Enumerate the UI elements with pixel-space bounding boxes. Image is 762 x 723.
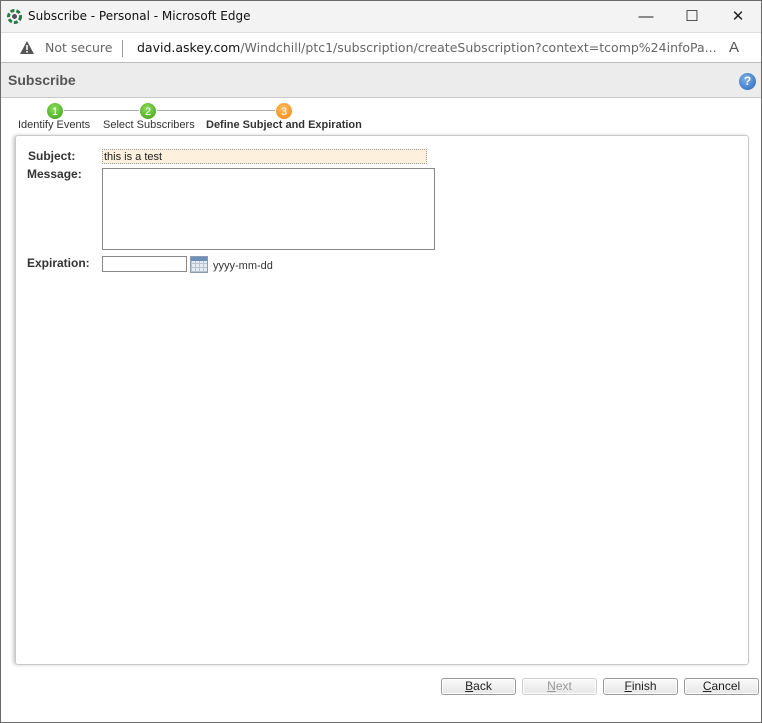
help-icon[interactable]: ? bbox=[739, 73, 756, 90]
expiration-label: Expiration: bbox=[27, 256, 90, 270]
page-title: Subscribe bbox=[8, 72, 76, 88]
read-aloud-icon[interactable]: A bbox=[729, 39, 739, 56]
app-icon bbox=[7, 9, 22, 24]
expiration-input[interactable] bbox=[102, 256, 187, 272]
next-button[interactable]: Next bbox=[522, 678, 597, 695]
back-button[interactable]: Back bbox=[441, 678, 516, 695]
step-connector bbox=[61, 110, 279, 111]
url-text[interactable]: david.askey.com/Windchill/ptc1/subscript… bbox=[137, 40, 717, 55]
close-button[interactable]: ✕ bbox=[715, 1, 761, 32]
back-accesskey: B bbox=[465, 679, 474, 693]
page-header: Subscribe ? bbox=[1, 63, 761, 98]
security-label[interactable]: Not secure bbox=[45, 40, 112, 55]
date-format-hint: yyyy-mm-dd bbox=[213, 260, 273, 272]
step-3-label: Define Subject and Expiration bbox=[206, 119, 362, 131]
step-1-indicator: 1 bbox=[46, 102, 64, 120]
minimize-button[interactable]: — bbox=[623, 1, 669, 32]
cancel-button[interactable]: Cancel bbox=[684, 678, 759, 695]
next-accesskey: N bbox=[547, 679, 556, 693]
step-3-indicator: 3 bbox=[275, 102, 293, 120]
divider bbox=[122, 40, 123, 57]
step-1-label[interactable]: Identify Events bbox=[18, 119, 90, 131]
maximize-button[interactable]: ☐ bbox=[669, 1, 715, 32]
url-path: /Windchill/ptc1/subscription/createSubsc… bbox=[240, 40, 717, 55]
title-bar: Subscribe - Personal - Microsoft Edge — … bbox=[1, 1, 761, 32]
finish-button[interactable]: Finish bbox=[603, 678, 678, 695]
window-title: Subscribe - Personal - Microsoft Edge bbox=[28, 9, 251, 23]
address-bar[interactable]: Not secure david.askey.com/Windchill/ptc… bbox=[1, 32, 761, 63]
finish-accesskey: F bbox=[624, 679, 632, 693]
message-label: Message: bbox=[27, 167, 82, 181]
step-2-label[interactable]: Select Subscribers bbox=[103, 119, 195, 131]
back-label: ack bbox=[473, 679, 492, 693]
url-domain: david.askey.com bbox=[137, 40, 241, 55]
subject-input[interactable]: this is a test bbox=[102, 149, 427, 164]
calendar-icon[interactable] bbox=[190, 256, 208, 273]
warning-icon[interactable] bbox=[19, 40, 35, 55]
step-2-indicator: 2 bbox=[139, 102, 157, 120]
subject-label: Subject: bbox=[28, 149, 76, 163]
next-label: ext bbox=[555, 679, 572, 693]
finish-label: inish bbox=[631, 679, 657, 693]
cancel-label: ancel bbox=[711, 679, 741, 693]
message-textarea[interactable] bbox=[102, 168, 435, 250]
